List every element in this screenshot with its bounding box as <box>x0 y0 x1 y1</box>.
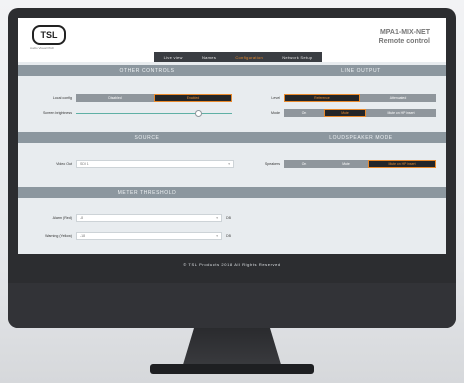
screen-brightness-knob[interactable] <box>194 110 202 117</box>
tab-configuration[interactable]: Configuration <box>235 55 263 60</box>
alarm-unit: DB <box>226 216 231 220</box>
tab-names[interactable]: Names <box>202 55 216 60</box>
section-source: SOURCE <box>18 132 276 143</box>
speakers-on-button[interactable]: On <box>284 160 324 168</box>
footer-bar <box>18 254 446 280</box>
app-screen: TSL Audio Visual Pitch MPA1-MIX-NET Remo… <box>18 18 446 280</box>
video-out-label: Video Out <box>56 162 72 166</box>
line-mode-mute-on-hp-button[interactable]: Mute on HP insert <box>366 109 436 117</box>
local-config-enabled-button[interactable]: Enabled <box>154 94 232 102</box>
local-config-label: Local config <box>52 96 72 100</box>
local-config-disabled-button[interactable]: Disabled <box>76 94 154 102</box>
monitor-bezel <box>8 283 456 328</box>
chevron-down-icon: ▾ <box>228 162 230 166</box>
line-mode-mute-button[interactable]: Mute <box>324 109 366 117</box>
alarm-value: -8 <box>80 216 84 220</box>
tab-live-view[interactable]: Live view <box>164 55 183 60</box>
alarm-select[interactable]: -8 ▾ <box>76 214 222 222</box>
line-mode-on-button[interactable]: On <box>284 109 324 117</box>
device-name: MPA1-MIX-NET <box>379 29 430 36</box>
monitor-foot <box>150 364 314 374</box>
screen-brightness-slider[interactable] <box>76 113 232 114</box>
line-level-label: Level <box>271 96 280 100</box>
logo-subtitle: Audio Visual Pitch <box>30 46 55 50</box>
video-out-value: SDI 1 <box>80 162 89 166</box>
chevron-down-icon: ▾ <box>216 234 218 238</box>
speakers-label: Speakers <box>264 162 280 166</box>
warning-label: Warning (Yellow) <box>45 234 72 238</box>
line-level-attenuated-button[interactable]: Attenuated <box>360 94 436 102</box>
monitor-stand <box>182 328 282 368</box>
device-subtitle: Remote control <box>378 38 430 45</box>
screen-brightness-label: Screen brightness <box>43 111 72 115</box>
speakers-mute-on-hp-button[interactable]: Mute on HP insert <box>368 160 436 168</box>
footer-copyright: © TSL Products 2018 All Rights Reserved <box>183 262 281 267</box>
warning-select[interactable]: -18 ▾ <box>76 232 222 240</box>
section-meter-threshold: METER THRESHOLD <box>18 187 276 198</box>
warning-unit: DB <box>226 234 231 238</box>
tsl-logo: TSL <box>32 25 66 45</box>
section-empty <box>276 187 446 198</box>
tab-bar: Live view Names Configuration Network Se… <box>154 52 322 62</box>
section-line-output: LINE OUTPUT <box>276 65 446 76</box>
speakers-mute-button[interactable]: Mute <box>324 160 368 168</box>
alarm-label: Alarm (Red) <box>52 216 72 220</box>
line-mode-label: Mode <box>271 111 280 115</box>
section-other-controls: OTHER CONTROLS <box>18 65 276 76</box>
tab-network-setup[interactable]: Network Setup <box>282 55 312 60</box>
chevron-down-icon: ▾ <box>216 216 218 220</box>
line-level-reference-button[interactable]: Reference <box>284 94 360 102</box>
warning-value: -18 <box>80 234 86 238</box>
header: TSL Audio Visual Pitch MPA1-MIX-NET Remo… <box>18 18 446 62</box>
section-loudspeaker-mode: LOUDSPEAKER MODE <box>276 132 446 143</box>
video-out-select[interactable]: SDI 1 ▾ <box>76 160 234 168</box>
